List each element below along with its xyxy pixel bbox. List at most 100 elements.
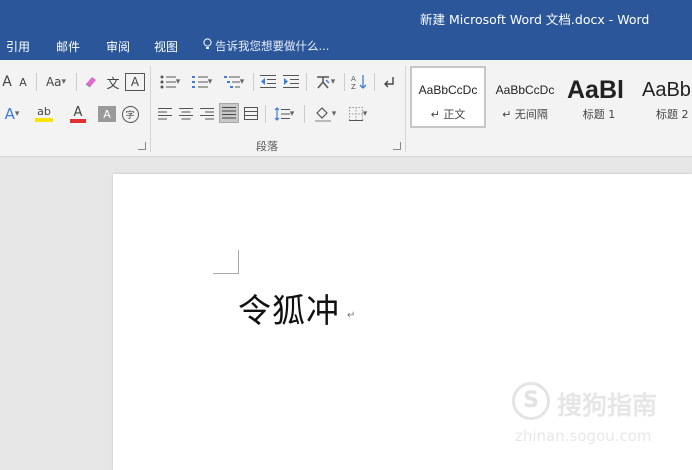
decrease-indent-button[interactable] bbox=[258, 72, 278, 92]
font-dialog-launcher[interactable] bbox=[138, 142, 146, 150]
style-no-spacing[interactable]: AaBbCcDc ↵ 无间隔 bbox=[487, 66, 563, 128]
style-normal[interactable]: AaBbCcDc ↵ 正文 bbox=[410, 66, 486, 128]
style-sample: AaBl bbox=[567, 76, 624, 104]
bullets-icon bbox=[160, 75, 176, 89]
watermark-text: 搜狗指南 bbox=[557, 391, 658, 420]
numbering-button[interactable]: ▾ bbox=[188, 72, 216, 92]
lightbulb-icon bbox=[203, 38, 212, 53]
chinese-layout-icon bbox=[316, 76, 330, 89]
sogou-logo-icon: S bbox=[512, 382, 550, 420]
grow-font-icon: A bbox=[2, 74, 12, 90]
line-spacing-icon bbox=[274, 107, 290, 121]
highlight-button[interactable]: ab bbox=[30, 104, 58, 124]
divider bbox=[374, 73, 375, 91]
align-left-icon bbox=[158, 108, 172, 120]
font-color-button[interactable]: A bbox=[64, 104, 92, 124]
paragraph-shading-button[interactable]: ▾ bbox=[310, 104, 340, 124]
character-shading-button[interactable]: A bbox=[98, 106, 116, 122]
divider bbox=[344, 73, 345, 91]
window-title: 新建 Microsoft Word 文档.docx - Word bbox=[420, 12, 650, 27]
justify-icon bbox=[222, 107, 236, 119]
ribbon-tabs: 引用 邮件 审阅 视图 告诉我您想要做什么... bbox=[0, 34, 692, 60]
borders-icon bbox=[348, 107, 363, 121]
paragraph-mark-icon bbox=[384, 77, 394, 88]
group-separator bbox=[405, 66, 406, 152]
paragraph-group-label: 段落 bbox=[256, 140, 278, 153]
tab-review[interactable]: 审阅 bbox=[106, 38, 130, 55]
multilevel-list-button[interactable]: ▾ bbox=[220, 72, 248, 92]
character-border-icon: A bbox=[130, 75, 140, 89]
tab-references[interactable]: 引用 bbox=[6, 38, 30, 55]
style-sample: AaBb bbox=[642, 79, 691, 101]
increase-indent-button[interactable] bbox=[281, 72, 301, 92]
align-left-button[interactable] bbox=[156, 104, 174, 124]
distributed-button[interactable] bbox=[242, 104, 260, 124]
text-effects-button[interactable]: A ▾ bbox=[0, 104, 24, 124]
divider bbox=[36, 73, 37, 91]
paragraph-mark: ↵ bbox=[347, 310, 356, 321]
decrease-indent-icon bbox=[260, 75, 276, 88]
distributed-icon bbox=[244, 107, 258, 120]
change-case-icon: Aa bbox=[45, 75, 62, 89]
svg-text:Z: Z bbox=[351, 83, 356, 90]
grow-font-button[interactable]: A bbox=[0, 72, 14, 92]
show-formatting-button[interactable] bbox=[379, 72, 399, 92]
style-name: ↵ 正文 bbox=[430, 108, 466, 121]
divider bbox=[304, 105, 305, 123]
phonetic-guide-icon: 文 bbox=[106, 76, 120, 92]
sort-button[interactable]: AZ bbox=[349, 72, 369, 92]
margin-marker bbox=[213, 273, 239, 274]
style-sample: AaBbCcDc bbox=[418, 83, 478, 97]
style-sample: AaBbCcDc bbox=[495, 83, 555, 97]
divider bbox=[265, 105, 266, 123]
tab-view[interactable]: 视图 bbox=[154, 38, 178, 55]
numbering-icon bbox=[191, 76, 208, 88]
title-bar: 新建 Microsoft Word 文档.docx - Word bbox=[0, 0, 692, 34]
shrink-font-icon: A bbox=[19, 75, 27, 89]
align-center-button[interactable] bbox=[177, 104, 195, 124]
chinese-layout-button[interactable]: ▾ bbox=[311, 72, 339, 92]
divider bbox=[76, 73, 77, 91]
shrink-font-button[interactable]: A bbox=[16, 72, 30, 92]
line-spacing-button[interactable]: ▾ bbox=[270, 104, 298, 124]
paragraph-dialog-launcher[interactable] bbox=[393, 142, 401, 150]
highlight-color-bar bbox=[35, 118, 53, 122]
change-case-button[interactable]: Aa ▾ bbox=[42, 72, 70, 92]
tab-mailings[interactable]: 邮件 bbox=[56, 38, 80, 55]
watermark-url: zhinan.sogou.com bbox=[515, 427, 652, 445]
font-color-bar bbox=[70, 118, 86, 123]
style-name: ↵ 无间隔 bbox=[502, 108, 548, 121]
divider bbox=[253, 73, 254, 91]
text-effects-icon: A bbox=[4, 105, 15, 123]
style-heading-2[interactable]: AaBb 标题 2 bbox=[638, 66, 692, 128]
divider bbox=[306, 73, 307, 91]
style-name: 标题 2 bbox=[656, 108, 689, 121]
sort-icon: AZ bbox=[351, 75, 367, 90]
document-page[interactable] bbox=[113, 174, 692, 470]
align-right-icon bbox=[200, 108, 214, 120]
align-right-button[interactable] bbox=[198, 104, 216, 124]
bullets-button[interactable]: ▾ bbox=[156, 72, 184, 92]
paint-bucket-icon bbox=[314, 107, 331, 122]
style-name: 标题 1 bbox=[582, 108, 616, 121]
tell-me-text: 告诉我您想要做什么... bbox=[215, 39, 330, 53]
enclose-characters-button[interactable]: 字 bbox=[120, 104, 140, 124]
tell-me-search[interactable]: 告诉我您想要做什么... bbox=[203, 38, 329, 54]
enclose-characters-icon: 字 bbox=[121, 105, 139, 123]
phonetic-guide-button[interactable]: 文 bbox=[104, 72, 122, 92]
style-heading-1[interactable]: AaBl 标题 1 bbox=[563, 66, 635, 128]
character-border-button[interactable]: A bbox=[125, 73, 145, 91]
svg-text:A: A bbox=[351, 75, 356, 83]
borders-button[interactable]: ▾ bbox=[343, 104, 373, 124]
justify-button[interactable] bbox=[219, 103, 239, 123]
align-center-icon bbox=[179, 108, 193, 120]
group-separator bbox=[150, 66, 151, 152]
character-shading-icon: A bbox=[103, 107, 111, 121]
increase-indent-icon bbox=[283, 75, 299, 88]
eraser-icon bbox=[85, 77, 96, 88]
multilevel-list-icon bbox=[223, 76, 240, 88]
clear-formatting-button[interactable] bbox=[82, 72, 100, 92]
highlighter-icon: ab bbox=[37, 105, 51, 118]
document-text[interactable]: 令狐冲 bbox=[238, 284, 340, 332]
font-color-icon: A bbox=[73, 104, 83, 120]
